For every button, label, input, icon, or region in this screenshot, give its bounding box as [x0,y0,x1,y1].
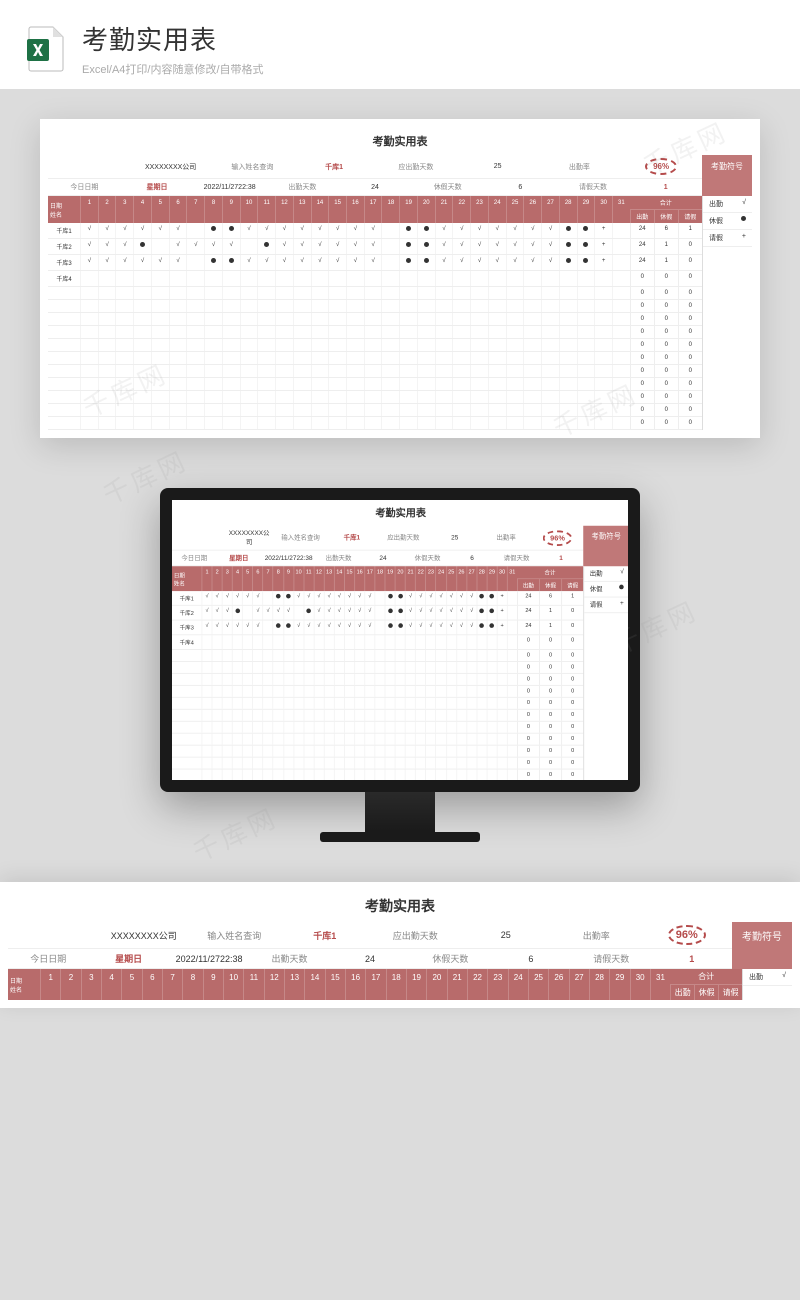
page-title: 考勤实用表 [82,20,775,57]
table-row[interactable]: 000 [172,722,583,734]
excel-icon [25,25,67,73]
sheet-title: 考勤实用表 [48,127,752,155]
table-row[interactable]: 000 [48,339,702,352]
table-header: 日期姓名123456789101112131415161718192021222… [8,969,742,1000]
table-row[interactable]: 000 [48,313,702,326]
page-subtitle: Excel/A4打印/内容随意修改/自带格式 [82,61,775,77]
legend-item: 出勤√ [703,196,752,213]
preview-strip: 考勤实用表 XXXXXXXX公司 输入姓名查询千库1 应出勤天数25 出勤率96… [0,882,800,1008]
table-row[interactable]: 千库2√√√√√√√√√√√√√√√√√√√√+2410 [48,239,702,255]
table-row[interactable]: 000 [48,287,702,300]
table-header: 日期姓名123456789101112131415161718192021222… [48,196,702,223]
sheet-title: 考勤实用表 [8,890,792,922]
legend-title: 考勤符号 [702,155,752,196]
table-row[interactable]: 千库3√√√√√√√√√√√√√√√√√√√√√+2410 [172,621,583,636]
legend-item: 请假+ [703,230,752,247]
sheet-title: 考勤实用表 [172,500,628,526]
table-row[interactable]: 000 [172,710,583,722]
table-row[interactable]: 000 [48,378,702,391]
table-row[interactable]: 000 [172,758,583,770]
table-row[interactable]: 000 [172,734,583,746]
table-row[interactable]: 000 [48,417,702,430]
monitor-preview: 千库网 千库网 千库网 考勤实用表 XXXXXXXX公司 输入姓名查询千库1 应… [160,488,640,842]
table-row[interactable]: 000 [48,326,702,339]
table-row[interactable]: 千库3√√√√√√√√√√√√√√√√√√√√√+2410 [48,255,702,271]
table-row[interactable]: 000 [172,746,583,758]
spreadsheet: 考勤实用表 XXXXXXXX公司 输入姓名查询千库1 应出勤天数25 出勤率96… [48,127,752,430]
legend-item: 请假+ [584,598,628,614]
table-row[interactable]: 千库4000 [172,635,583,650]
watermark: 千库网 [186,798,283,870]
table-row[interactable]: 000 [172,674,583,686]
table-row[interactable]: 千库1√√√√√√√√√√√√√√√√√√√√√+2461 [172,591,583,606]
legend-title: 考勤符号 [732,922,792,969]
legend-item: 出勤√ [584,566,628,582]
legend-item: 休假 [584,582,628,598]
table-row[interactable]: 000 [48,365,702,378]
table-row[interactable]: 000 [48,391,702,404]
table-row[interactable]: 000 [48,404,702,417]
table-row[interactable]: 千库4000 [48,271,702,287]
table-row[interactable]: 千库2√√√√√√√√√√√√√√√√√√√√+2410 [172,606,583,621]
table-row[interactable]: 000 [48,300,702,313]
page-header: 考勤实用表 Excel/A4打印/内容随意修改/自带格式 [0,0,800,89]
table-row[interactable]: 000 [172,698,583,710]
table-row[interactable]: 000 [172,662,583,674]
table-header: 日期姓名123456789101112131415161718192021222… [172,566,583,591]
table-row[interactable]: 000 [172,770,583,780]
legend-item: 休假 [703,213,752,230]
table-row[interactable]: 000 [172,650,583,662]
table-row[interactable]: 千库1√√√√√√√√√√√√√√√√√√√√√+2461 [48,223,702,239]
table-row[interactable]: 000 [172,686,583,698]
legend-title: 考勤符号 [583,526,628,566]
table-row[interactable]: 000 [48,352,702,365]
preview-large: 千库网 千库网 千库网 考勤实用表 XXXXXXXX公司 输入姓名查询千库1 应… [40,119,760,438]
